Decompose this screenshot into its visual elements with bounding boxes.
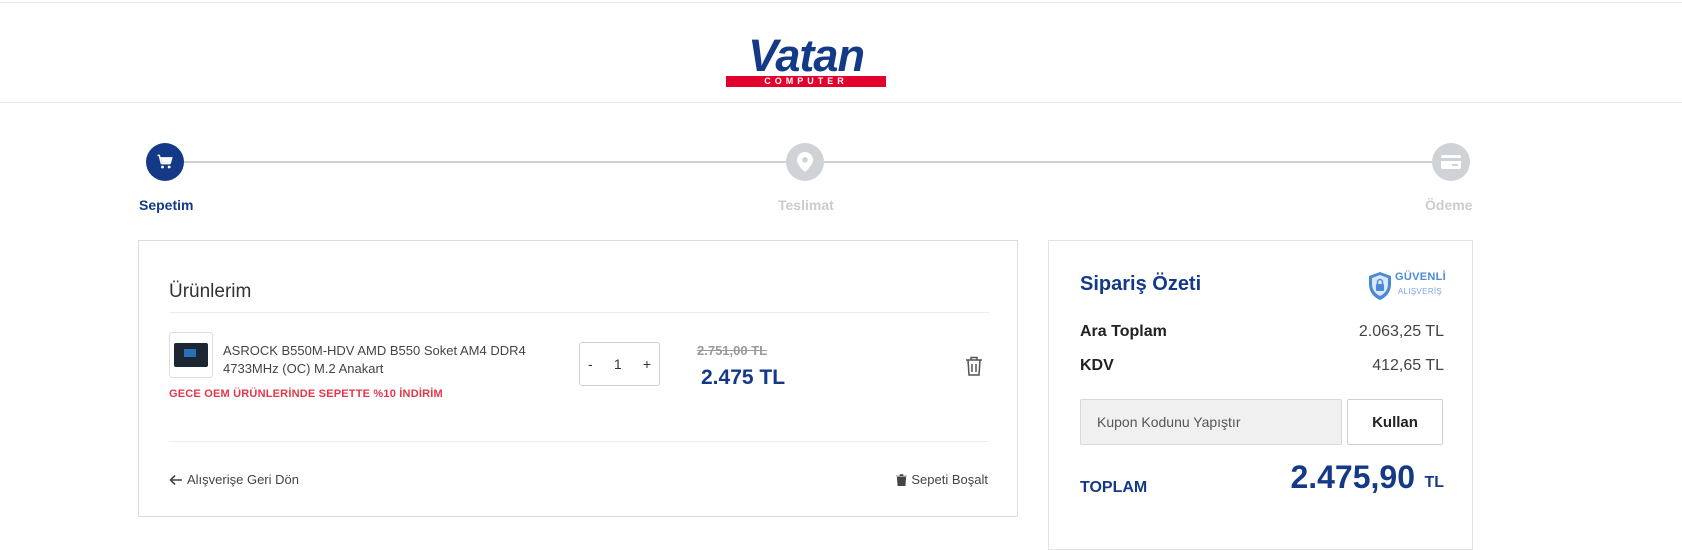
- increase-button[interactable]: +: [643, 356, 651, 372]
- step-payment[interactable]: [1432, 143, 1470, 181]
- tax-label: KDV: [1080, 357, 1114, 374]
- cart-panel: Ürünlerim ASROCK B550M-HDV AMD B550 Soke…: [138, 240, 1018, 517]
- step-cart[interactable]: [146, 143, 184, 181]
- shield-lock-icon: [1369, 272, 1391, 300]
- step-label-payment[interactable]: Ödeme: [1425, 197, 1472, 213]
- product-thumbnail[interactable]: [169, 332, 213, 378]
- old-price: 2.751,00 TL: [697, 343, 768, 358]
- empty-cart-label: Sepeti Boşalt: [911, 472, 988, 487]
- subtotal-value: 2.063,25 TL: [1358, 323, 1444, 340]
- subtotal-label: Ara Toplam: [1080, 323, 1167, 340]
- cart-icon: [157, 154, 173, 169]
- step-label-cart[interactable]: Sepetim: [139, 197, 193, 213]
- arrow-left-icon: [169, 474, 182, 485]
- delete-item-button[interactable]: [964, 355, 984, 377]
- product-name[interactable]: ASROCK B550M-HDV AMD B550 Soket AM4 DDR4…: [223, 342, 553, 378]
- logo-subtitle: COMPUTER: [726, 76, 886, 87]
- quantity-stepper[interactable]: - 1 +: [579, 342, 660, 386]
- location-pin-icon: [797, 152, 813, 172]
- cart-title: Ürünlerim: [169, 281, 252, 302]
- trash-icon: [966, 356, 982, 376]
- trash-icon: [896, 473, 908, 486]
- site-header: Vatan COMPUTER: [0, 3, 1682, 103]
- order-summary-panel: Sipariş Özeti GÜVENLİ ALIŞVERİŞ Ara Topl…: [1048, 240, 1473, 550]
- back-to-shopping-link[interactable]: Alışverişe Geri Dön: [169, 472, 299, 487]
- secure-badge-line1: GÜVENLİ: [1395, 271, 1446, 283]
- summary-title: Sipariş Özeti: [1080, 273, 1202, 295]
- step-delivery[interactable]: [786, 143, 824, 181]
- empty-cart-link[interactable]: Sepeti Boşalt: [896, 472, 988, 487]
- promo-text: GECE OEM ÜRÜNLERİNDE SEPETTE %10 İNDİRİM: [169, 388, 443, 400]
- credit-card-icon: [1441, 155, 1461, 169]
- coupon-input[interactable]: Kupon Kodunu Yapıştır: [1080, 399, 1342, 445]
- secure-shopping-badge: GÜVENLİ ALIŞVERİŞ: [1367, 269, 1447, 305]
- total-value: 2.475,90: [1290, 459, 1415, 495]
- logo-wordmark: Vatan: [748, 30, 865, 81]
- motherboard-chip: [184, 349, 196, 357]
- tax-value: 412,65 TL: [1372, 357, 1444, 374]
- apply-coupon-button[interactable]: Kullan: [1347, 399, 1443, 445]
- new-price: 2.475 TL: [701, 366, 786, 389]
- total-currency: TL: [1424, 474, 1444, 491]
- secure-badge-line2: ALIŞVERİŞ: [1398, 287, 1443, 296]
- divider: [169, 312, 989, 313]
- back-link-label: Alışverişe Geri Dön: [187, 472, 299, 487]
- total-label: TOPLAM: [1080, 479, 1148, 496]
- divider: [169, 441, 989, 442]
- step-label-delivery[interactable]: Teslimat: [778, 197, 834, 213]
- quantity-value[interactable]: 1: [614, 356, 622, 372]
- vatan-logo[interactable]: Vatan COMPUTER: [726, 31, 886, 88]
- decrease-button[interactable]: -: [588, 356, 593, 372]
